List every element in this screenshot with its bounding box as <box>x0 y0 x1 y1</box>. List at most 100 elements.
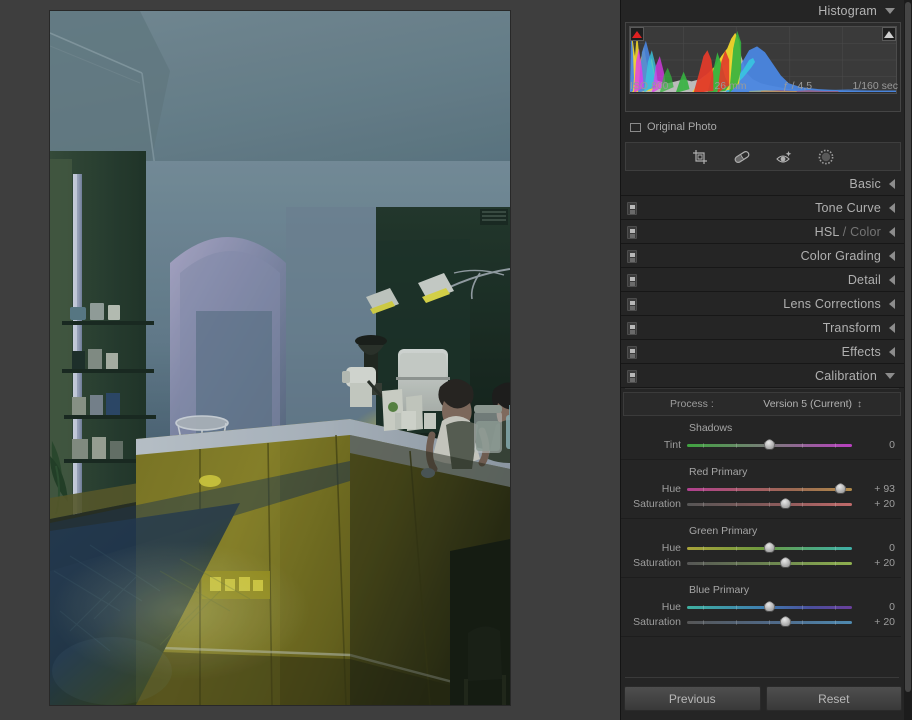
slider-row-shadows-tint[interactable]: Tint 0 <box>621 437 901 452</box>
panel-switch-tone-curve[interactable] <box>627 202 637 215</box>
panel-switch-color-grading[interactable] <box>627 250 637 263</box>
panel-title-calibration: Calibration <box>815 368 877 383</box>
panel-header-color-grading[interactable]: Color Grading <box>621 244 905 269</box>
slider-label-red-saturation: Saturation <box>633 497 681 510</box>
panel-header-list: Basic Tone Curve HSL / Color Color Gradi… <box>621 172 905 389</box>
right-panel-scrollbar-track[interactable] <box>904 0 912 720</box>
panel-header-detail[interactable]: Detail <box>621 268 905 293</box>
slider-knob-red-hue[interactable] <box>835 482 846 494</box>
up-down-stepper-icon[interactable]: ↕ <box>857 399 862 409</box>
photo-preview[interactable] <box>50 11 510 705</box>
slider-knob-blue-hue[interactable] <box>764 600 775 612</box>
chevron-left-icon[interactable] <box>889 298 895 309</box>
panel-header-tone-curve[interactable]: Tone Curve <box>621 196 905 221</box>
slider-track-green-hue[interactable] <box>687 541 852 555</box>
panel-switch-calibration[interactable] <box>627 370 637 383</box>
panel-title-tone-curve: Tone Curve <box>815 200 881 215</box>
original-photo-row[interactable]: Original Photo <box>621 118 905 136</box>
slider-label-green-saturation: Saturation <box>633 556 681 569</box>
group-label-red-primary: Red Primary <box>689 466 748 478</box>
process-label: Process : <box>670 398 714 410</box>
calibration-panel-body: Process : Version 5 (Current) ↕ Shadows … <box>621 392 905 637</box>
panel-header-transform[interactable]: Transform <box>621 316 905 341</box>
panel-header-calibration[interactable]: Calibration <box>621 364 905 389</box>
histogram-box: ISO 800 26 mm ƒ / 4,5 1/160 sec <box>625 22 901 112</box>
exif-aperture: ƒ / 4,5 <box>782 80 813 92</box>
slider-ticks <box>687 619 852 625</box>
original-photo-checkbox[interactable] <box>630 122 641 132</box>
original-photo-label: Original Photo <box>647 121 717 133</box>
highlight-clipping-indicator[interactable] <box>882 27 896 41</box>
exif-shutter-speed: 1/160 sec <box>852 80 898 92</box>
panel-title-lens-corrections: Lens Corrections <box>783 296 881 311</box>
spot-removal-tool[interactable] <box>731 146 753 168</box>
slider-value-red-saturation[interactable]: + 20 <box>855 498 895 510</box>
shadow-clipping-indicator[interactable] <box>630 27 644 41</box>
panel-header-effects[interactable]: Effects <box>621 340 905 365</box>
slider-group-blue-primary: Blue Primary Hue 0 Saturation + 20 <box>621 578 901 637</box>
slider-label-blue-saturation: Saturation <box>633 615 681 628</box>
chevron-down-icon[interactable] <box>885 372 895 379</box>
chevron-left-icon[interactable] <box>889 346 895 357</box>
photo-image <box>50 11 510 705</box>
slider-track-red-saturation[interactable] <box>687 497 852 511</box>
panel-header-basic[interactable]: Basic <box>621 172 905 197</box>
slider-row-red-saturation[interactable]: Saturation + 20 <box>621 496 901 511</box>
panel-switch-hsl-color[interactable] <box>627 226 637 239</box>
slider-track-green-saturation[interactable] <box>687 556 852 570</box>
slider-value-green-hue[interactable]: 0 <box>855 542 895 554</box>
slider-knob-blue-saturation[interactable] <box>780 615 791 627</box>
slider-row-blue-saturation[interactable]: Saturation + 20 <box>621 614 901 629</box>
panel-title-color-grading: Color Grading <box>800 248 881 263</box>
process-version-value[interactable]: Version 5 (Current) <box>763 398 852 410</box>
panel-header-lens-corrections[interactable]: Lens Corrections <box>621 292 905 317</box>
right-panel-scrollbar-thumb[interactable] <box>905 2 911 692</box>
lightroom-develop-module: Histogram ISO 800 26 mm ƒ / 4,5 1/160 se… <box>0 0 912 720</box>
footer-button-row: Previous Reset <box>624 686 902 711</box>
slider-knob-green-hue[interactable] <box>764 541 775 553</box>
chevron-left-icon[interactable] <box>889 322 895 333</box>
chevron-left-icon[interactable] <box>889 226 895 237</box>
slider-value-tint[interactable]: 0 <box>855 439 895 451</box>
slider-knob-red-saturation[interactable] <box>780 497 791 509</box>
panel-switch-lens-corrections[interactable] <box>627 298 637 311</box>
slider-value-blue-saturation[interactable]: + 20 <box>855 616 895 628</box>
slider-track-tint[interactable] <box>687 438 852 452</box>
red-eye-tool[interactable] <box>773 146 795 168</box>
histogram-title: Histogram <box>818 4 877 18</box>
process-version-row[interactable]: Process : Version 5 (Current) ↕ <box>623 392 901 416</box>
chevron-left-icon[interactable] <box>889 202 895 213</box>
slider-knob-green-saturation[interactable] <box>780 556 791 568</box>
reset-button[interactable]: Reset <box>765 686 902 711</box>
previous-button[interactable]: Previous <box>624 686 761 711</box>
panel-switch-effects[interactable] <box>627 346 637 359</box>
slider-value-green-saturation[interactable]: + 20 <box>855 557 895 569</box>
slider-ticks <box>687 501 852 507</box>
slider-group-green-primary: Green Primary Hue 0 Saturation + 20 <box>621 519 901 578</box>
slider-value-blue-hue[interactable]: 0 <box>855 601 895 613</box>
slider-row-blue-hue[interactable]: Hue 0 <box>621 599 901 614</box>
highlight-clipping-triangle-icon <box>884 30 894 38</box>
slider-knob-tint[interactable] <box>764 438 775 450</box>
slider-row-green-saturation[interactable]: Saturation + 20 <box>621 555 901 570</box>
masking-tool[interactable] <box>815 146 837 168</box>
panel-header-hsl-color[interactable]: HSL / Color <box>621 220 905 245</box>
chevron-left-icon[interactable] <box>889 250 895 261</box>
slider-track-red-hue[interactable] <box>687 482 852 496</box>
chevron-left-icon[interactable] <box>889 274 895 285</box>
slider-group-shadows: Shadows Tint 0 <box>621 416 901 460</box>
panel-switch-detail[interactable] <box>627 274 637 287</box>
chevron-left-icon[interactable] <box>889 178 895 189</box>
histogram-panel-header[interactable]: Histogram <box>621 0 905 22</box>
chevron-down-icon[interactable] <box>885 8 895 14</box>
panel-switch-transform[interactable] <box>627 322 637 335</box>
slider-row-red-hue[interactable]: Hue + 93 <box>621 481 901 496</box>
slider-value-red-hue[interactable]: + 93 <box>855 483 895 495</box>
footer-separator <box>625 677 899 678</box>
right-panel-scroll-content: Histogram ISO 800 26 mm ƒ / 4,5 1/160 se… <box>621 0 905 720</box>
slider-track-blue-hue[interactable] <box>687 600 852 614</box>
group-label-blue-primary: Blue Primary <box>689 584 750 596</box>
crop-overlay-tool[interactable] <box>689 146 711 168</box>
slider-track-blue-saturation[interactable] <box>687 615 852 629</box>
slider-row-green-hue[interactable]: Hue 0 <box>621 540 901 555</box>
